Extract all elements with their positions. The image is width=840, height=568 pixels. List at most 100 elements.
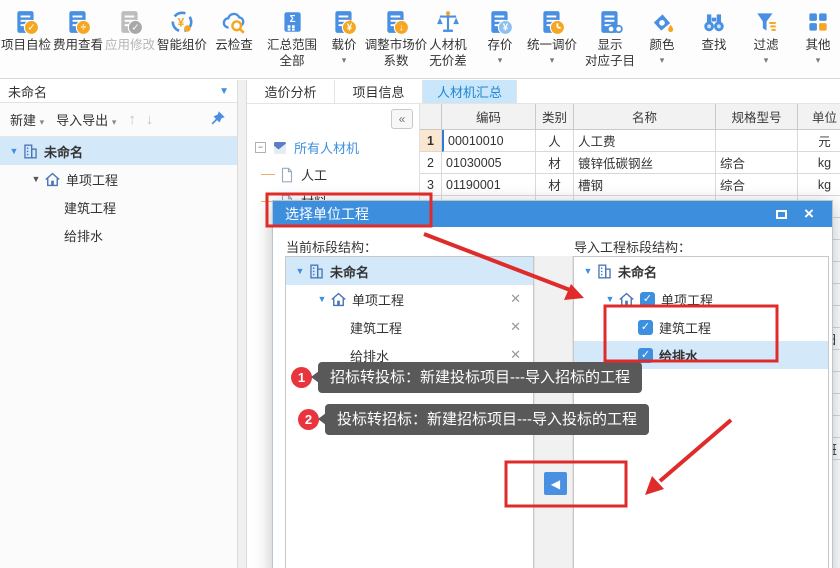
tree-item-单项工程[interactable]: ▼ 单项工程 [0,165,237,193]
tree-item-建筑工程[interactable]: 建筑工程 ✕ [286,313,533,341]
toolbar-button-7[interactable]: ¥ 载价 ▾ [318,6,370,67]
move-up-icon[interactable]: ↑ [128,111,136,128]
tree-item-未命名[interactable]: ▼ 未命名 [286,257,533,285]
toolbar-button-17[interactable]: 其他 ▾ [792,6,840,67]
callout-1: 1 招标转投标：新建投标项目---导入招标的工程 [291,362,642,393]
paint-bucket-icon [653,13,674,32]
toolbar-button-3[interactable]: ¥ 智能组价 [156,6,208,54]
toolbar-button-1[interactable]: ÷ 费用查看 [52,6,104,54]
delete-icon[interactable]: ✕ [510,347,521,363]
table-cell[interactable]: kg [798,152,840,174]
tree-item-label: 建筑工程 [350,320,403,336]
collapse-minus-icon[interactable]: − [255,142,266,153]
tab-bar: 造价分析 项目信息 人材机汇总 [247,80,840,104]
toolbar-button-8[interactable]: ↓ 调整市场价 系数 [365,6,427,69]
table-row[interactable]: 3 01190001 材槽钢 综合 kg [420,174,840,196]
tab-2[interactable]: 人材机汇总 [423,80,518,103]
toolbar-button-10[interactable]: ¥ 存价 ▾ [474,6,526,67]
table-row[interactable]: 1 00010010 人人工费 元 [420,130,840,152]
panel-splitter[interactable] [238,80,247,568]
table-cell[interactable]: 1 [420,130,442,152]
tree-item-给排水[interactable]: 给排水 [0,221,237,249]
column-header[interactable]: 名称 [574,104,716,130]
import-export-button[interactable]: 导入导出 ▾ [56,110,116,129]
caret-down-icon[interactable]: ▼ [316,294,328,304]
import-structure-label: 导入工程标段结构： [574,240,692,255]
table-cell[interactable]: 2 [420,152,442,174]
caret-down-icon[interactable]: ▼ [582,266,594,276]
caret-down-icon[interactable]: ▼ [604,294,616,304]
category-item-人工[interactable]: 人工 [247,161,419,188]
collapse-panel-button[interactable]: « [391,109,413,129]
table-cell[interactable]: 综合 [716,152,798,174]
delete-icon[interactable]: ✕ [510,319,521,335]
tab-1[interactable]: 项目信息 [335,80,423,103]
pin-icon[interactable] [209,109,227,130]
chevron-down-icon: ▾ [39,117,45,127]
caret-down-icon[interactable]: ▼ [8,146,20,156]
table-cell[interactable]: 材 [536,174,574,196]
tree-item-建筑工程[interactable]: ✓ 建筑工程 [574,313,828,341]
caret-down-icon[interactable]: ▼ [30,174,42,184]
table-cell[interactable]: 00010010 [442,130,536,152]
table-cell[interactable]: 3 [420,174,442,196]
table-cell[interactable]: 材 [536,152,574,174]
table-cell[interactable]: 01190001 [442,174,536,196]
table-cell[interactable]: 元 [798,130,840,152]
checkbox-checked-icon[interactable]: ✓ [638,347,653,363]
column-header[interactable] [420,104,442,130]
toolbar-button-11[interactable]: 统一调价 ▾ [526,6,578,67]
toolbar-button-16[interactable]: 过滤 ▾ [740,6,792,67]
maximize-icon [775,209,787,219]
table-cell[interactable]: 01030005 [442,152,536,174]
toolbar-button-6[interactable]: Σ 汇总范围 全部 [266,6,318,69]
table-cell[interactable]: 综合 [716,174,798,196]
tree-item-未命名[interactable]: ▼ 未命名 [0,137,237,165]
tab-0[interactable]: 造价分析 [247,80,335,103]
column-header[interactable]: 规格型号 [716,104,798,130]
delete-icon[interactable]: ✕ [510,291,521,307]
column-header[interactable]: 类别 [536,104,574,130]
table-cell[interactable]: 人工费 [574,130,716,152]
calc-sigma-icon: Σ [284,11,301,32]
toolbar-button-13[interactable]: 显示 对应子目 [584,6,636,69]
table-cell[interactable]: kg [798,174,840,196]
caret-down-icon[interactable]: ▼ [294,266,306,276]
table-cell[interactable] [716,130,798,152]
close-button[interactable]: × [798,205,820,223]
toolbar-button-label: 人材机 [429,38,467,52]
toolbar-button-14[interactable]: 颜色 ▾ [636,6,688,67]
binoculars-icon [704,13,724,31]
doc-clock-icon [543,10,565,35]
table-cell[interactable]: 镀锌低碳钢丝 [574,152,716,174]
toolbar-button-9[interactable]: 人材机 无价差 [422,6,474,69]
project-selector-dropdown[interactable]: 未命名 ▼ [0,80,237,103]
callout-2-badge: 2 [298,409,319,430]
tree-item-未命名[interactable]: ▼ 未命名 [574,257,828,285]
doc-edit-icon: ✓ [121,10,143,35]
tree-item-单项工程[interactable]: ▼ ✓ 单项工程 [574,285,828,313]
table-cell[interactable]: 槽钢 [574,174,716,196]
dialog-titlebar[interactable]: 选择单位工程 × [273,201,832,227]
toolbar-button-15[interactable]: 查找 [688,6,740,54]
checkbox-checked-icon[interactable]: ✓ [640,291,655,307]
column-header[interactable]: 单位 [798,104,840,130]
table-row[interactable]: 2 01030005 材镀锌低碳钢丝 综合 kg [420,152,840,174]
table-cell[interactable]: 人 [536,130,574,152]
tree-item-单项工程[interactable]: ▼ 单项工程 ✕ [286,285,533,313]
doc-check-icon: ✓ [17,10,39,35]
category-label: 人工 [301,168,328,183]
tree-item-建筑工程[interactable]: 建筑工程 [0,193,237,221]
category-item-所有人材机[interactable]: − 所有人材机 [247,134,419,161]
home-icon [44,172,60,186]
checkbox-checked-icon[interactable]: ✓ [638,319,653,335]
transfer-left-button[interactable]: ◀ [544,472,567,495]
chevron-down-icon: ▾ [549,55,555,65]
move-down-icon[interactable]: ↓ [146,111,154,128]
column-header[interactable]: 编码 [442,104,536,130]
new-button[interactable]: 新建 ▾ [10,110,44,129]
toolbar-button-label: 过滤 [753,38,779,52]
toolbar-button-4[interactable]: 云检查 [208,6,260,54]
maximize-button[interactable] [770,205,792,223]
toolbar-button-0[interactable]: ✓ 项目自检 [0,6,52,54]
